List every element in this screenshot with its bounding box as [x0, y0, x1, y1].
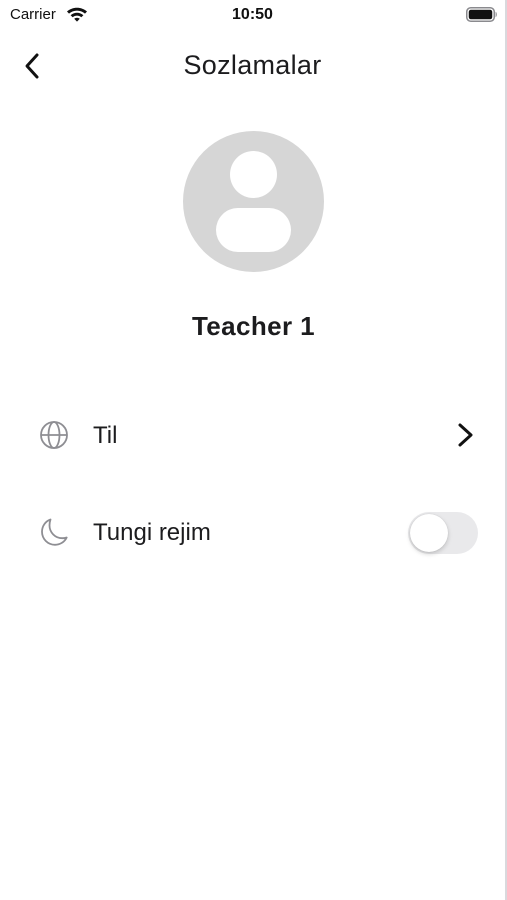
settings-screen: Carrier 10:50 Sozlamalar Teacher 1 Til T…	[0, 0, 505, 900]
chevron-right-icon	[458, 423, 473, 447]
moon-icon	[41, 518, 68, 546]
user-placeholder-body	[216, 208, 291, 252]
toggle-knob	[410, 514, 448, 552]
settings-row-night-mode: Tungi rejim	[0, 502, 505, 562]
language-label: Til	[93, 422, 118, 449]
user-name: Teacher 1	[191, 311, 316, 341]
night-mode-toggle[interactable]	[408, 512, 478, 554]
globe-icon	[40, 421, 68, 449]
user-placeholder-icon	[230, 151, 277, 198]
settings-row-language[interactable]: Til	[0, 405, 505, 465]
page-title: Sozlamalar	[183, 50, 322, 80]
battery-full-icon	[466, 7, 497, 22]
night-mode-label: Tungi rejim	[93, 519, 211, 546]
avatar	[183, 131, 324, 272]
status-time: 10:50	[232, 6, 273, 23]
status-bar: Carrier 10:50	[0, 0, 505, 30]
